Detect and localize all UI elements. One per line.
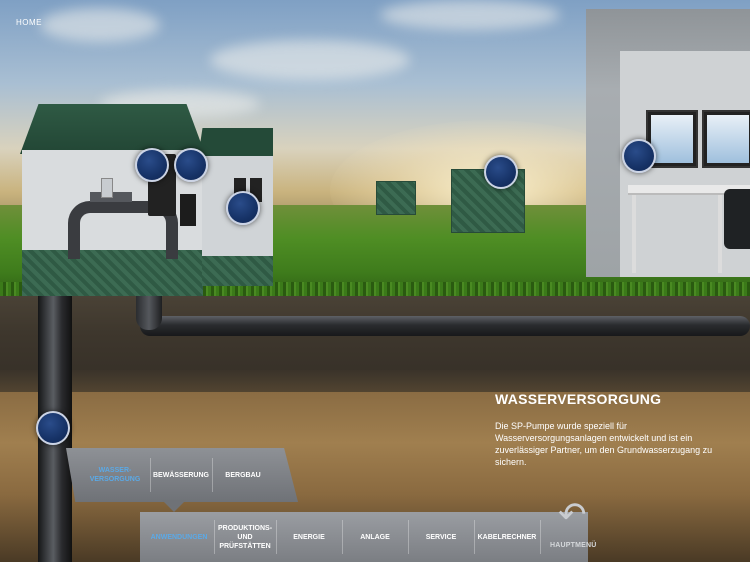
submenu-item-bergbau[interactable]: BERGBAU xyxy=(212,448,274,502)
back-arrow-icon: ↶ xyxy=(558,496,587,534)
menu-item-energie[interactable]: ENERGIE xyxy=(276,512,342,562)
control-unit xyxy=(180,194,196,226)
menu-item-anlage[interactable]: ANLAGE xyxy=(342,512,408,562)
hotspot-controller[interactable] xyxy=(174,148,208,182)
pipe-elbow xyxy=(136,296,162,330)
hotspot-valve-chamber[interactable] xyxy=(484,155,518,189)
pump-house xyxy=(20,104,205,296)
submenu-label: WASSER- xyxy=(98,467,132,474)
cloud xyxy=(40,8,160,42)
menu-item-produktions-und-pruefstaetten[interactable]: PRODUKTIONS- UND PRÜFSTÄTTEN xyxy=(214,512,276,562)
info-description: Die SP-Pumpe wurde speziell für Wasserve… xyxy=(495,420,723,468)
desk-leg xyxy=(632,195,636,273)
menu-label: PRODUKTIONS- xyxy=(217,524,273,532)
menu-item-service[interactable]: SERVICE xyxy=(408,512,474,562)
hotspot-well-pump[interactable] xyxy=(36,411,70,445)
submenu-pointer xyxy=(162,500,186,512)
menu-item-anwendungen[interactable]: ANWENDUNGEN xyxy=(144,512,214,562)
submenu-label: BEWÄSSERUNG xyxy=(152,471,209,479)
hotspot-control-room[interactable] xyxy=(622,139,656,173)
application-submenu: WASSER- VERSORGUNG BEWÄSSERUNG BERGBAU xyxy=(66,448,298,502)
menu-label: UND xyxy=(237,533,253,541)
home-link[interactable]: HOME xyxy=(16,18,42,27)
info-line: Wasserversorgungsanlagen entwickelt und … xyxy=(495,433,693,443)
hotspot-control-house[interactable] xyxy=(226,191,260,225)
info-line: sichern. xyxy=(495,457,527,467)
menu-label: ANLAGE xyxy=(360,533,390,541)
control-house-base xyxy=(202,256,273,286)
info-title: WASSERVERSORGUNG xyxy=(495,391,662,407)
pressure-gauge-icon xyxy=(101,178,113,198)
cloud xyxy=(380,0,560,30)
desk-leg xyxy=(718,195,722,273)
menu-label: ENERGIE xyxy=(293,533,325,541)
main-menu-bar: ANWENDUNGEN PRODUKTIONS- UND PRÜFSTÄTTEN E… xyxy=(140,512,588,562)
menu-label: PRÜFSTÄTTEN xyxy=(219,542,271,550)
menu-label: SERVICE xyxy=(425,533,457,541)
main-menu-label: HAUPTMENÜ xyxy=(550,542,597,549)
cloud xyxy=(210,40,410,80)
pump-house-roof xyxy=(20,104,205,154)
info-line: zuverlässiger Partner, um den Grundwasse… xyxy=(495,445,713,455)
main-menu-back-button[interactable]: ↶ HAUPTMENÜ xyxy=(540,498,600,562)
menu-label: KABELRECHNER xyxy=(477,533,537,541)
info-line: Die SP-Pumpe wurde speziell für xyxy=(495,421,628,431)
control-house-roof xyxy=(198,128,273,158)
hotspot-control-cabinet[interactable] xyxy=(135,148,169,182)
monitor-icon xyxy=(702,110,750,168)
submenu-label: VERSORGUNG xyxy=(89,476,141,483)
menu-label: ANWENDUNGEN xyxy=(150,533,208,541)
menu-item-kabelrechner[interactable]: KABELRECHNER xyxy=(474,512,540,562)
valve-chamber-small xyxy=(376,181,416,215)
submenu-item-wasserversorgung[interactable]: WASSER- VERSORGUNG xyxy=(80,448,150,502)
office-chair xyxy=(724,189,750,249)
submenu-label: BERGBAU xyxy=(225,471,261,479)
underground-pipe xyxy=(140,316,750,336)
submenu-item-bewaesserung[interactable]: BEWÄSSERUNG xyxy=(150,448,212,502)
control-room-building xyxy=(586,9,750,277)
